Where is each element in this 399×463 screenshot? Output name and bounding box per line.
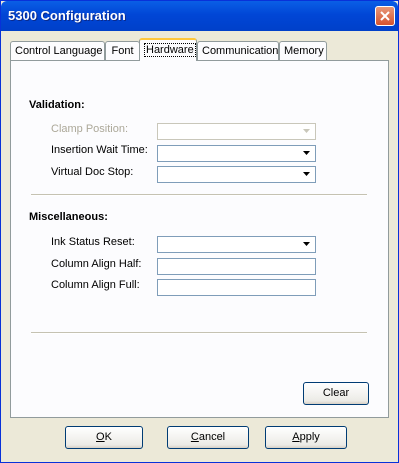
- column-align-half-label: Column Align Half:: [51, 258, 142, 270]
- tab-label: Communication: [202, 45, 279, 57]
- hardware-panel: Validation: Clamp Position: Insertion Wa…: [10, 60, 389, 418]
- cancel-mnemonic: C: [190, 431, 199, 443]
- tab-label: Font: [111, 45, 134, 57]
- column-align-full-label: Column Align Full:: [51, 279, 140, 291]
- column-align-full-input[interactable]: [157, 279, 316, 296]
- validation-heading: Validation:: [29, 99, 85, 111]
- tab-label: Control Language: [15, 45, 103, 57]
- tab-label: Hardware: [144, 43, 196, 57]
- section-divider: [31, 194, 367, 196]
- cancel-button[interactable]: Cancel: [167, 426, 249, 449]
- tab-communication[interactable]: Communication: [197, 41, 279, 60]
- apply-mnemonic: A: [292, 431, 300, 443]
- clamp-position-select[interactable]: [157, 123, 316, 140]
- virtual-doc-stop-select[interactable]: [157, 166, 316, 183]
- dropdown-button[interactable]: [300, 238, 314, 251]
- apply-label-rest: pply: [299, 431, 320, 443]
- ok-button[interactable]: OK: [65, 426, 143, 449]
- tab-hardware[interactable]: Hardware: [139, 38, 197, 61]
- cancel-label-rest: ancel: [198, 431, 226, 443]
- dropdown-button[interactable]: [300, 147, 314, 160]
- virtual-doc-stop-label: Virtual Doc Stop:: [51, 166, 134, 178]
- tab-font[interactable]: Font: [105, 41, 140, 60]
- clamp-position-label: Clamp Position:: [51, 123, 129, 135]
- section-divider: [31, 332, 367, 334]
- insertion-wait-time-select[interactable]: [157, 145, 316, 162]
- title-bar[interactable]: 5300 Configuration: [1, 1, 398, 31]
- window-title: 5300 Configuration: [8, 8, 126, 23]
- tab-control-language[interactable]: Control Language: [10, 41, 105, 60]
- miscellaneous-heading: Miscellaneous:: [29, 211, 108, 223]
- dropdown-button[interactable]: [300, 125, 314, 138]
- insertion-wait-time-label: Insertion Wait Time:: [51, 144, 148, 156]
- tab-label: Memory: [284, 45, 324, 57]
- ok-mnemonic: O: [96, 431, 105, 443]
- clear-button[interactable]: Clear: [303, 382, 369, 405]
- ink-status-reset-select[interactable]: [157, 236, 316, 253]
- column-align-half-input[interactable]: [157, 258, 316, 275]
- apply-button[interactable]: Apply: [265, 426, 347, 449]
- ok-label-rest: K: [104, 431, 112, 443]
- dropdown-button[interactable]: [300, 168, 314, 181]
- tab-memory[interactable]: Memory: [279, 41, 327, 60]
- ink-status-reset-label: Ink Status Reset:: [51, 236, 135, 248]
- close-button[interactable]: [375, 6, 395, 26]
- dialog-window: 5300 Configuration Control Language Font…: [0, 0, 399, 463]
